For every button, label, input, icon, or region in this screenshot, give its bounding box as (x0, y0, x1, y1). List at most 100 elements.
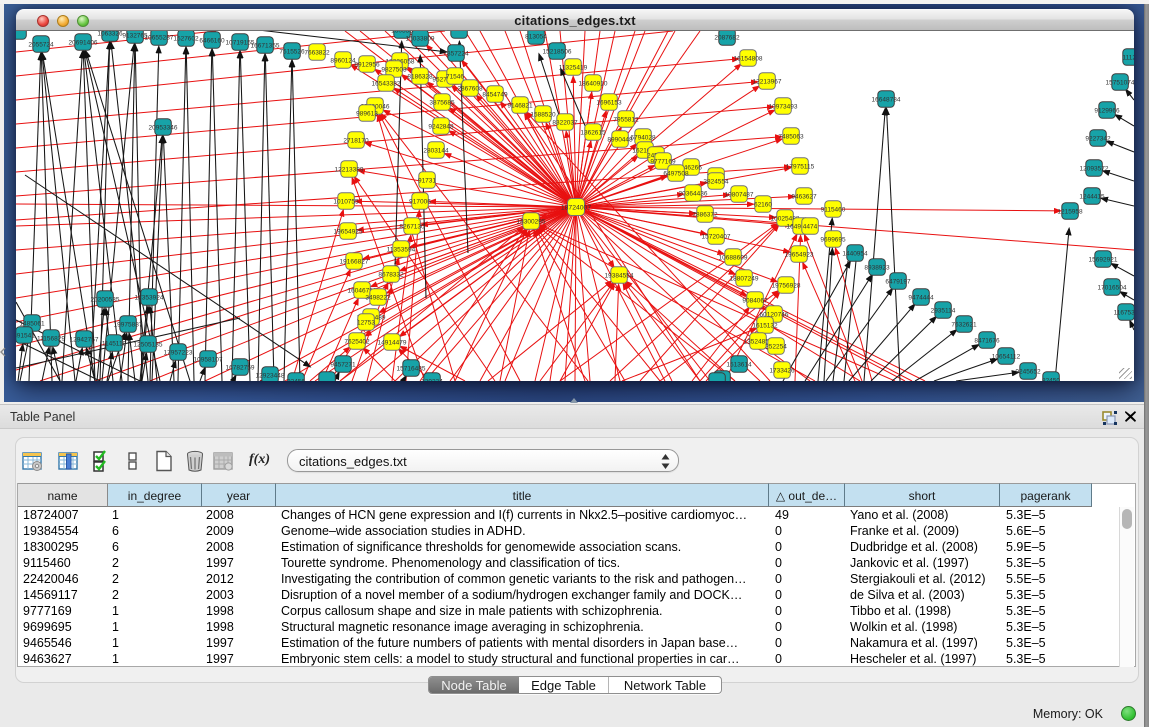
svg-text:18807249: 18807249 (730, 275, 759, 282)
svg-text:9115460: 9115460 (821, 206, 846, 213)
svg-text:12505135: 12505135 (134, 341, 163, 348)
svg-text:9242848: 9242848 (428, 123, 454, 130)
svg-text:7485063: 7485063 (778, 133, 804, 140)
svg-text:71546: 71546 (446, 73, 464, 80)
svg-text:7625402: 7625402 (344, 338, 370, 345)
svg-text:92456: 92456 (287, 378, 305, 381)
svg-text:16671355: 16671355 (251, 42, 280, 49)
svg-text:20364436: 20364436 (679, 190, 708, 197)
svg-text:91731: 91731 (418, 177, 436, 184)
svg-text:129234: 129234 (421, 378, 443, 381)
svg-text:8960124: 8960124 (330, 57, 356, 64)
svg-text:20953346: 20953346 (149, 124, 178, 131)
svg-text:1167533: 1167533 (1114, 309, 1134, 316)
svg-text:8454749: 8454749 (482, 91, 508, 98)
svg-text:19384554: 19384554 (605, 272, 634, 279)
svg-text:8938923: 8938923 (864, 264, 890, 271)
svg-text:10654112: 10654112 (992, 353, 1021, 360)
svg-text:1244415: 1244415 (1079, 193, 1105, 200)
svg-text:1513614: 1513614 (726, 361, 752, 368)
svg-text:16648784: 16648784 (872, 96, 901, 103)
svg-text:6466160: 6466160 (199, 37, 225, 44)
svg-text:6794028: 6794028 (630, 134, 656, 141)
svg-text:82450: 82450 (1042, 377, 1060, 381)
svg-text:8267130: 8267130 (399, 223, 425, 230)
svg-text:16154808: 16154808 (734, 55, 763, 62)
svg-text:11325419: 11325419 (559, 64, 588, 71)
svg-text:7955812: 7955812 (613, 116, 639, 123)
svg-text:7886372: 7886372 (692, 211, 718, 218)
svg-text:7663822: 7663822 (304, 49, 330, 56)
svg-text:16543382: 16543382 (372, 80, 401, 87)
svg-text:2087682: 2087682 (714, 34, 740, 41)
svg-text:2718170: 2718170 (343, 137, 369, 144)
svg-text:160338: 160338 (391, 31, 413, 34)
svg-text:20200535: 20200535 (91, 296, 120, 303)
svg-text:15751074: 15751074 (1106, 79, 1134, 86)
svg-text:15218506: 15218506 (543, 48, 572, 55)
svg-text:391541: 391541 (16, 332, 35, 339)
svg-text:17016504: 17016504 (1098, 284, 1127, 291)
svg-text:2935114: 2935114 (931, 307, 956, 314)
svg-text:1440954: 1440954 (842, 250, 868, 257)
svg-text:2055724: 2055724 (28, 41, 54, 48)
svg-text:17353924: 17353924 (135, 294, 164, 301)
svg-text:15692921: 15692921 (1089, 256, 1118, 263)
svg-text:8322037: 8322037 (552, 119, 578, 126)
svg-text:9699695: 9699695 (820, 236, 846, 243)
svg-text:12213967: 12213967 (753, 78, 782, 85)
svg-text:9245652: 9245652 (1015, 368, 1041, 375)
svg-text:8912956: 8912956 (354, 61, 380, 68)
svg-text:1696153: 1696153 (596, 99, 622, 106)
svg-text:15716485: 15716485 (397, 365, 426, 372)
svg-text:8186328: 8186328 (407, 73, 433, 80)
svg-text:3498222: 3498222 (365, 294, 391, 301)
svg-text:14914479: 14914479 (378, 339, 407, 346)
svg-text:17975115: 17975115 (786, 163, 815, 170)
svg-text:19166827: 19166827 (340, 258, 369, 265)
svg-text:2867608: 2867608 (457, 85, 483, 92)
svg-text:12753: 12753 (357, 319, 375, 326)
svg-text:813054: 813054 (525, 33, 547, 40)
svg-text:12923448: 12923448 (256, 372, 285, 379)
svg-text:8990448: 8990448 (607, 136, 633, 143)
svg-text:11123: 11123 (1122, 54, 1134, 61)
svg-text:18640910: 18640910 (579, 80, 608, 87)
svg-text:16033809: 16033809 (406, 35, 435, 42)
svg-text:4474: 4474 (803, 223, 818, 230)
svg-text:16782759: 16782759 (226, 364, 255, 371)
svg-text:18300295: 18300295 (517, 218, 546, 225)
svg-text:1588520: 1588520 (530, 111, 556, 118)
svg-text:10973493: 10973493 (769, 103, 798, 110)
svg-text:9457271: 9457271 (330, 361, 356, 368)
svg-text:17957223: 17957223 (164, 349, 193, 356)
svg-text:1362615: 1362615 (580, 129, 606, 136)
svg-text:9084067: 9084067 (742, 297, 768, 304)
svg-text:1615132: 1615132 (752, 322, 778, 329)
svg-text:15720407: 15720407 (702, 233, 731, 240)
svg-text:8471676: 8471676 (974, 337, 1000, 344)
svg-text:7632621: 7632621 (951, 321, 977, 328)
svg-text:1063326: 1063326 (97, 31, 123, 37)
svg-text:9463627: 9463627 (791, 193, 817, 200)
svg-text:18724007: 18724007 (561, 205, 591, 212)
svg-text:8678332: 8678332 (378, 271, 404, 278)
svg-text:10688609: 10688609 (719, 254, 748, 261)
svg-text:7515526: 7515526 (279, 48, 305, 55)
svg-text:917006: 917006 (409, 198, 431, 205)
svg-text:1733426: 1733426 (769, 367, 795, 374)
svg-text:7357224: 7357224 (443, 50, 469, 57)
svg-text:11353594: 11353594 (387, 246, 416, 253)
svg-text:19756928: 19756928 (772, 282, 801, 289)
svg-text:252254: 252254 (765, 343, 787, 350)
svg-text:19975887: 19975887 (114, 321, 143, 328)
svg-text:1010755: 1010755 (333, 198, 359, 205)
svg-text:9146821: 9146821 (507, 102, 533, 109)
svg-text:10655287: 10655287 (145, 34, 174, 41)
svg-text:20691406: 20691406 (69, 39, 98, 46)
svg-text:9474444: 9474444 (908, 294, 934, 301)
svg-text:12093572: 12093572 (1080, 165, 1109, 172)
svg-text:3875685: 3875685 (429, 99, 455, 106)
svg-text:9227342: 9227342 (1085, 135, 1111, 142)
svg-text:989613: 989613 (356, 110, 378, 117)
